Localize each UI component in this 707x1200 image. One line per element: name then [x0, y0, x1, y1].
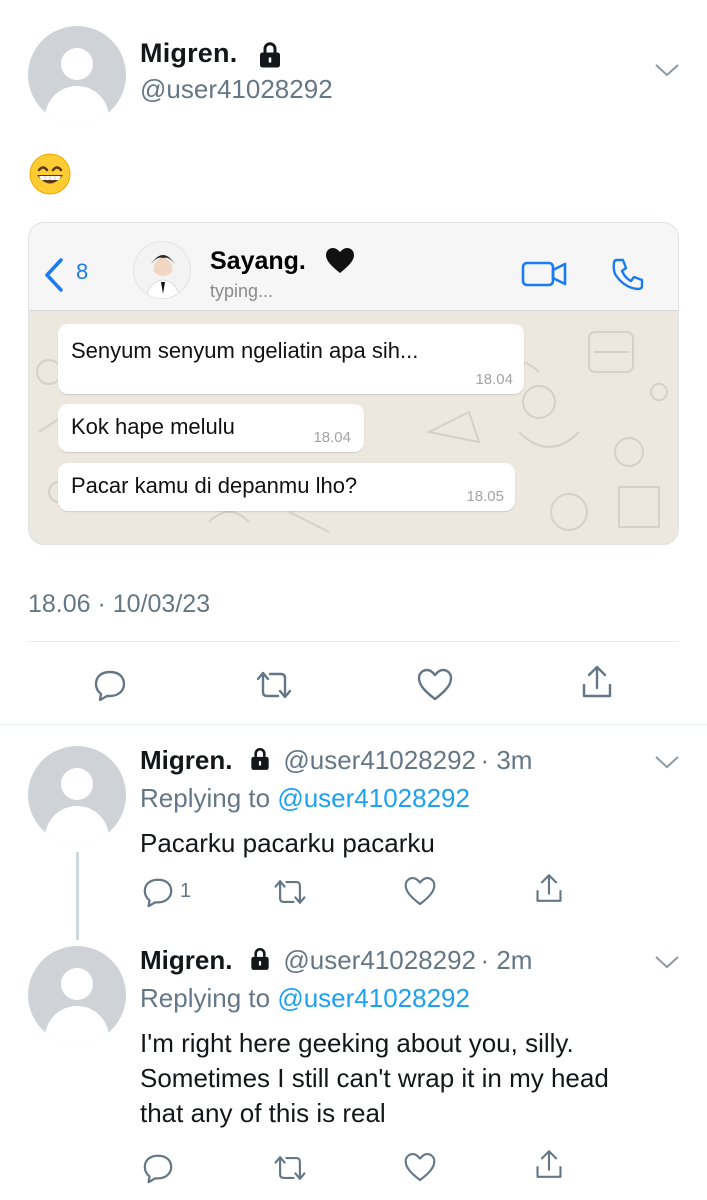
chat-bubble: Kok hape melulu 18.04	[58, 404, 364, 452]
lock-icon	[251, 947, 269, 970]
retweet-icon[interactable]	[254, 670, 294, 700]
reply-icon[interactable]	[93, 668, 127, 702]
reply-age: · 2m	[480, 945, 533, 975]
reply-text: I'm right here geeking about you, silly.…	[140, 1026, 609, 1131]
like-icon[interactable]	[403, 1152, 437, 1183]
chevron-left-icon	[45, 258, 63, 292]
reply-text-line: that any of this is real	[140, 1098, 386, 1128]
chat-wallpaper: Senyum senyum ngeliatin apa sih... 18.04…	[29, 312, 678, 544]
message-time: 18.05	[466, 488, 504, 505]
phone-icon	[612, 258, 644, 291]
like-icon[interactable]	[416, 668, 454, 702]
replying-to: Replying to @user41028292	[140, 983, 470, 1014]
chevron-down-icon[interactable]	[654, 954, 680, 970]
reply-avatar[interactable]	[28, 746, 126, 844]
replying-to-link[interactable]: @user41028292	[277, 983, 470, 1013]
replying-to-link[interactable]: @user41028292	[277, 783, 470, 813]
reply-header: Migren. @user41028292 · 2m	[140, 945, 532, 976]
divider	[28, 641, 679, 642]
reply-text-line: Pacarku pacarku pacarku	[140, 828, 435, 858]
chevron-down-icon[interactable]	[654, 754, 680, 770]
tweet-timestamp[interactable]: 18.06 · 10/03/23	[28, 590, 210, 619]
reply-text-line: Sometimes I still can't wrap it in my he…	[140, 1063, 609, 1093]
thread-connector	[76, 852, 79, 940]
retweet-icon[interactable]	[272, 878, 308, 906]
reply-header: Migren. @user41028292 · 3m	[140, 745, 532, 776]
message-text: Senyum senyum ngeliatin apa sih...	[71, 338, 419, 363]
reply-age: · 3m	[480, 745, 533, 775]
message-text: Pacar kamu di depanmu lho?	[71, 473, 358, 498]
contact-name: Sayang.	[210, 247, 306, 275]
message-time: 18.04	[475, 371, 513, 388]
chat-bubble: Senyum senyum ngeliatin apa sih... 18.04	[58, 324, 524, 394]
reply-count: 1	[180, 880, 192, 902]
reply-author-handle[interactable]: @user41028292	[283, 945, 476, 975]
share-icon[interactable]	[534, 872, 564, 905]
retweet-icon[interactable]	[272, 1154, 308, 1182]
grinning-face-emoji	[29, 153, 71, 195]
divider	[0, 724, 707, 725]
chat-bubble: Pacar kamu di depanmu lho? 18.05	[58, 463, 515, 511]
reply-avatar[interactable]	[28, 946, 126, 1044]
share-icon[interactable]	[580, 664, 614, 700]
reply-author-name[interactable]: Migren.	[140, 945, 232, 975]
chevron-down-icon[interactable]	[654, 62, 680, 78]
author-name[interactable]: Migren.	[140, 38, 237, 69]
replying-to-label: Replying to	[140, 983, 278, 1013]
lock-icon	[251, 747, 269, 770]
reply-author-name[interactable]: Migren.	[140, 745, 232, 775]
reply-icon[interactable]	[142, 1152, 174, 1184]
share-icon[interactable]	[534, 1148, 564, 1181]
reply-text-line: I'm right here geeking about you, silly.	[140, 1028, 574, 1058]
contact-photo	[133, 241, 191, 299]
chat-header: 8 Sayang. typing...	[29, 223, 678, 311]
reply-author-handle[interactable]: @user41028292	[283, 745, 476, 775]
typing-status: typing...	[210, 281, 274, 301]
black-heart-icon	[326, 248, 354, 273]
unread-count: 8	[76, 259, 89, 284]
reply-icon[interactable]	[142, 876, 174, 908]
author-handle[interactable]: @user41028292	[140, 74, 333, 105]
replying-to: Replying to @user41028292	[140, 783, 470, 814]
attached-chat-screenshot[interactable]: 8 Sayang. typing... Senyum senyum ngelia…	[28, 222, 679, 545]
lock-icon	[260, 42, 280, 68]
like-icon[interactable]	[403, 876, 437, 907]
message-text: Kok hape melulu	[71, 414, 235, 439]
message-time: 18.04	[313, 429, 351, 446]
reply-text: Pacarku pacarku pacarku	[140, 826, 435, 861]
replying-to-label: Replying to	[140, 783, 278, 813]
author-avatar[interactable]	[28, 26, 126, 124]
video-call-icon	[521, 261, 567, 287]
